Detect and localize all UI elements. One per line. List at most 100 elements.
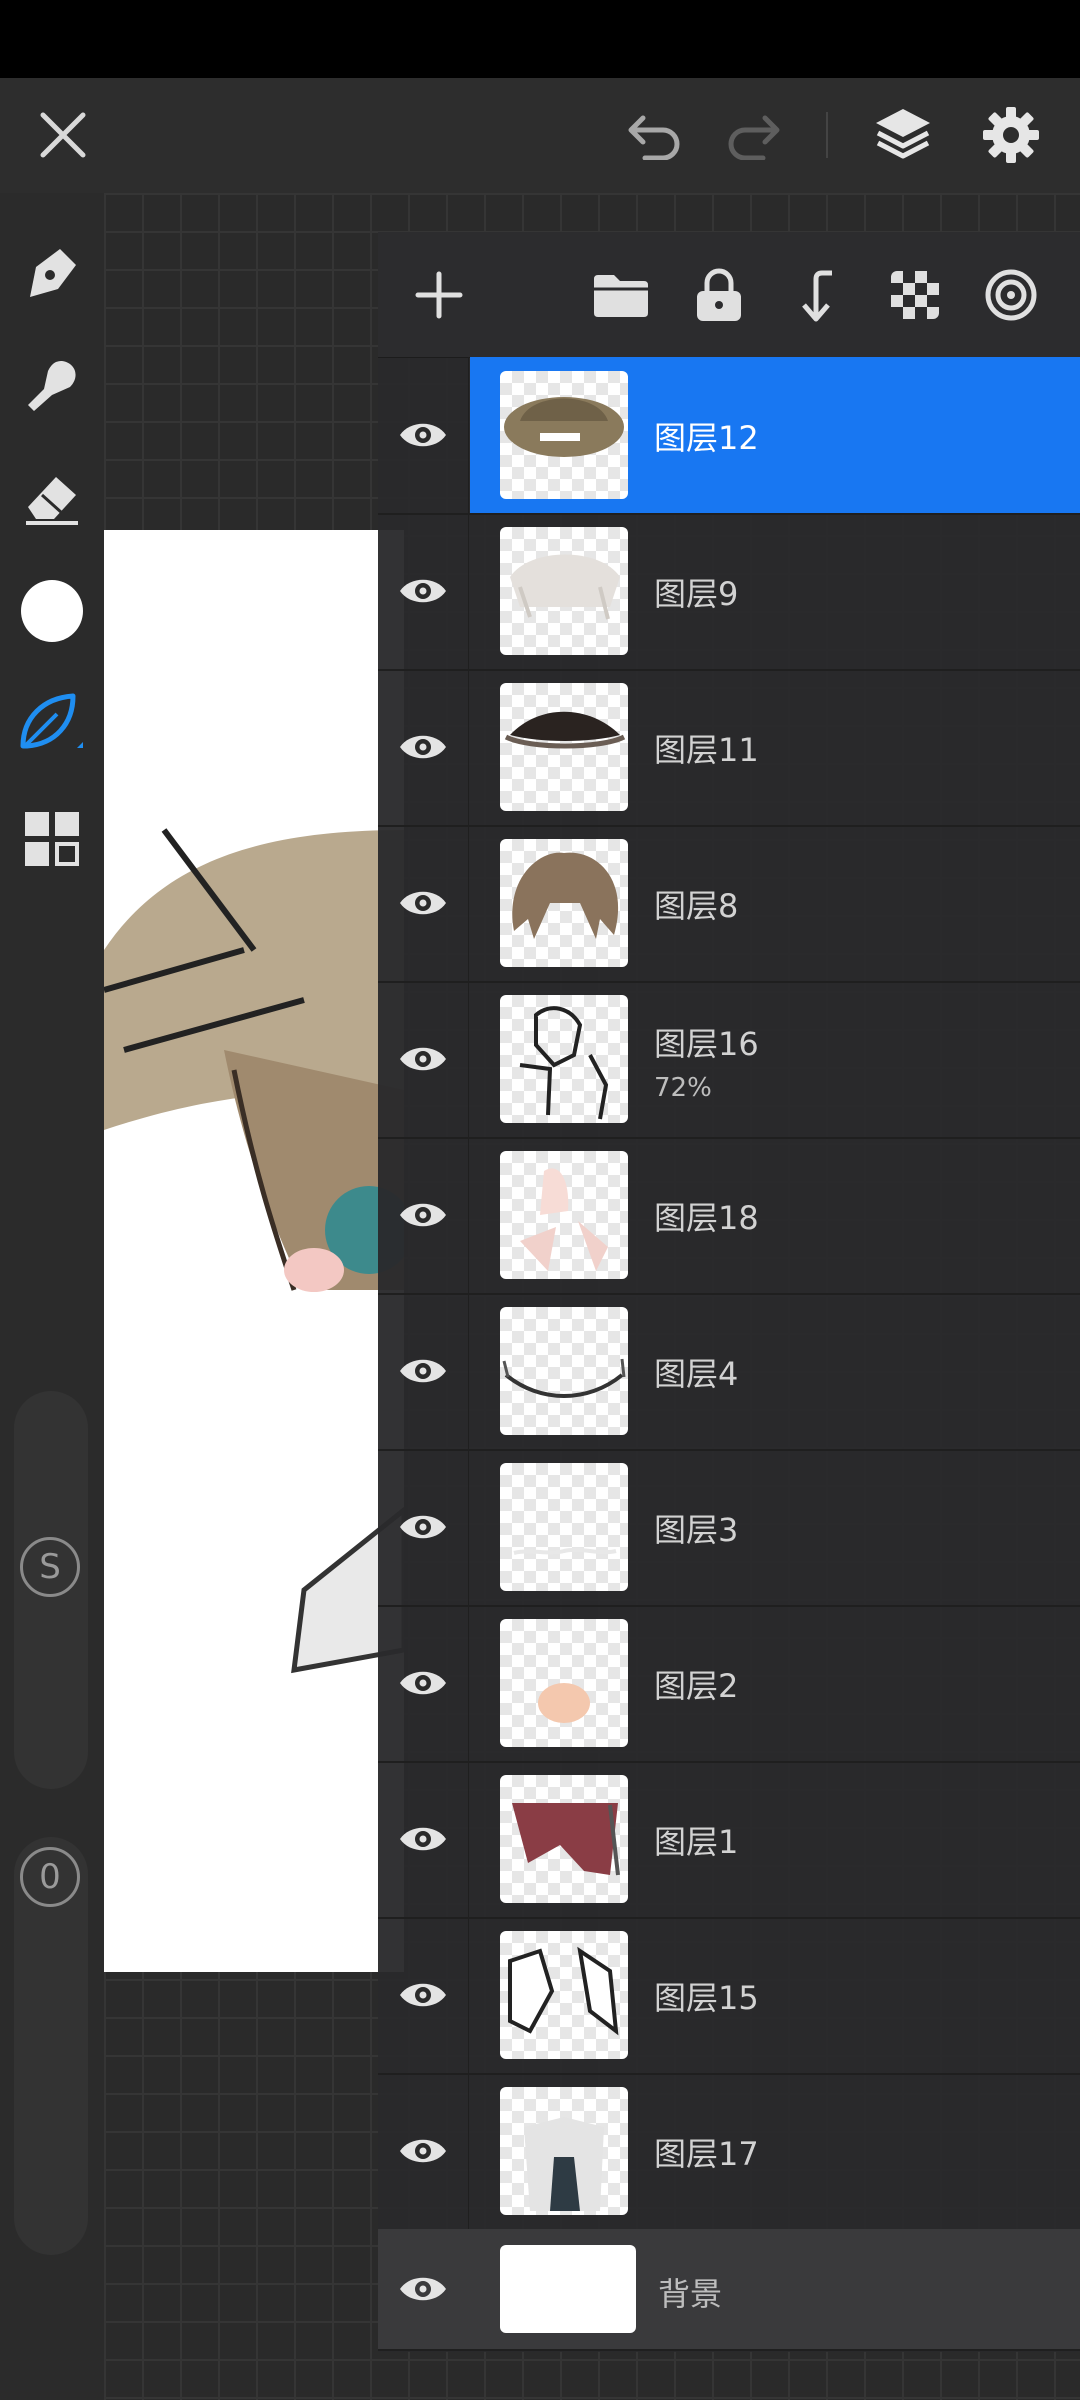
artwork-preview bbox=[104, 828, 404, 1674]
layer-row[interactable]: 图层18 bbox=[378, 1137, 1080, 1295]
smudge-icon bbox=[28, 361, 76, 411]
redo-icon bbox=[728, 115, 780, 160]
eye-icon bbox=[400, 1671, 446, 1695]
layer-visibility-toggle[interactable] bbox=[378, 1293, 469, 1449]
gallery-button[interactable] bbox=[14, 801, 90, 877]
layer-main[interactable]: 图层8 bbox=[470, 825, 1080, 981]
layer-main[interactable]: 图层3 bbox=[470, 1449, 1080, 1605]
layer-name: 图层17 bbox=[654, 2135, 759, 2173]
layer-name: 图层8 bbox=[654, 887, 739, 925]
eye-icon bbox=[400, 1359, 446, 1383]
lock-icon bbox=[697, 268, 741, 321]
layer-main[interactable]: 图层18 bbox=[470, 1137, 1080, 1293]
brush-opacity-knob[interactable]: 0 bbox=[20, 1847, 80, 1907]
left-toolbar: S 0 bbox=[0, 193, 104, 2400]
layer-visibility-toggle[interactable] bbox=[378, 1449, 469, 1605]
blend-target-icon bbox=[985, 269, 1037, 321]
layer-thumbnail bbox=[500, 2087, 628, 2215]
layer-thumbnail bbox=[500, 1307, 628, 1435]
layer-main[interactable]: 图层16 72% bbox=[470, 981, 1080, 1137]
layer-row[interactable]: 图层15 bbox=[378, 1917, 1080, 2075]
layer-visibility-toggle[interactable] bbox=[378, 357, 469, 513]
leaf-icon bbox=[20, 693, 83, 749]
eye-icon bbox=[400, 579, 446, 603]
add-layer-button[interactable] bbox=[406, 262, 472, 328]
pen-nib-icon bbox=[30, 249, 76, 297]
layers-panel: 图层12 图层9 图层11 图层8 图层16 72% 图层18 图层4 图层3 图层2 图层1 图层1… bbox=[378, 232, 1080, 2352]
plus-icon bbox=[415, 271, 463, 319]
brush-tool[interactable] bbox=[14, 235, 90, 311]
layer-thumbnail bbox=[500, 995, 628, 1123]
layer-row[interactable]: 图层8 bbox=[378, 825, 1080, 983]
undo-button[interactable] bbox=[620, 102, 690, 168]
lock-layer-button[interactable] bbox=[686, 262, 752, 328]
color-picker[interactable] bbox=[14, 573, 90, 649]
background-color-swatch[interactable] bbox=[500, 2245, 636, 2333]
layer-row[interactable]: 图层17 bbox=[378, 2073, 1080, 2231]
layer-row[interactable]: 图层11 bbox=[378, 669, 1080, 827]
eye-icon bbox=[400, 735, 446, 759]
layer-visibility-toggle[interactable] bbox=[378, 825, 469, 981]
group-folder-button[interactable] bbox=[588, 262, 654, 328]
layer-thumbnail bbox=[500, 1151, 628, 1279]
close-button[interactable] bbox=[28, 100, 98, 170]
alpha-lock-button[interactable] bbox=[882, 262, 948, 328]
eye-icon bbox=[400, 2139, 446, 2163]
eye-icon bbox=[400, 1827, 446, 1851]
eye-icon bbox=[400, 423, 446, 447]
layer-main[interactable]: 图层4 bbox=[470, 1293, 1080, 1449]
layer-name: 图层18 bbox=[654, 1199, 759, 1237]
layer-row[interactable]: 图层16 72% bbox=[378, 981, 1080, 1139]
gear-icon bbox=[983, 107, 1039, 163]
layer-visibility-toggle[interactable] bbox=[378, 669, 469, 825]
layer-visibility-toggle[interactable] bbox=[378, 513, 469, 669]
eraser-tool[interactable] bbox=[14, 459, 90, 535]
layer-visibility-toggle[interactable] bbox=[378, 1761, 469, 1917]
layer-name: 图层11 bbox=[654, 731, 759, 769]
layer-visibility-toggle[interactable] bbox=[378, 1137, 469, 1293]
layer-row[interactable]: 图层3 bbox=[378, 1449, 1080, 1607]
layer-visibility-toggle[interactable] bbox=[378, 1605, 469, 1761]
layer-row[interactable]: 图层4 bbox=[378, 1293, 1080, 1451]
layer-main[interactable]: 图层11 bbox=[470, 669, 1080, 825]
eye-icon bbox=[400, 2277, 446, 2301]
layer-row[interactable]: 图层2 bbox=[378, 1605, 1080, 1763]
eye-icon bbox=[400, 1047, 446, 1071]
brush-size-knob[interactable]: S bbox=[20, 1537, 80, 1597]
layer-visibility-toggle[interactable] bbox=[378, 2229, 468, 2349]
brush-library-button[interactable] bbox=[14, 685, 90, 761]
layer-visibility-toggle[interactable] bbox=[378, 981, 469, 1137]
settings-button[interactable] bbox=[974, 100, 1048, 170]
layers-button[interactable] bbox=[866, 100, 940, 170]
layer-name: 图层9 bbox=[654, 575, 739, 613]
background-layer-name: 背景 bbox=[658, 2275, 723, 2313]
layer-main[interactable]: 图层17 bbox=[470, 2073, 1080, 2229]
layer-row[interactable]: 图层12 bbox=[378, 357, 1080, 515]
background-layer-row[interactable]: 背景 bbox=[378, 2229, 1080, 2351]
blend-mode-button[interactable] bbox=[978, 262, 1044, 328]
layer-row[interactable]: 图层9 bbox=[378, 513, 1080, 671]
layer-visibility-toggle[interactable] bbox=[378, 1917, 469, 2073]
undo-icon bbox=[628, 115, 680, 160]
layer-name: 图层1 bbox=[654, 1823, 739, 1861]
layer-main[interactable]: 图层9 bbox=[470, 513, 1080, 669]
current-color-swatch bbox=[21, 580, 83, 642]
layer-main[interactable]: 图层1 bbox=[470, 1761, 1080, 1917]
status-bar bbox=[0, 0, 1080, 78]
layer-thumbnail bbox=[500, 1619, 628, 1747]
smudge-tool[interactable] bbox=[14, 347, 90, 423]
folder-icon bbox=[594, 275, 648, 317]
layer-visibility-toggle[interactable] bbox=[378, 2073, 469, 2229]
layer-row[interactable]: 图层1 bbox=[378, 1761, 1080, 1919]
merge-down-button[interactable] bbox=[784, 262, 850, 328]
close-icon bbox=[40, 112, 86, 158]
layer-name: 图层12 bbox=[654, 419, 759, 457]
artboard[interactable] bbox=[104, 530, 404, 1972]
layer-main[interactable]: 图层2 bbox=[470, 1605, 1080, 1761]
layer-main[interactable]: 图层12 bbox=[470, 357, 1080, 513]
eye-icon bbox=[400, 1203, 446, 1227]
layer-name: 图层2 bbox=[654, 1667, 739, 1705]
redo-button[interactable] bbox=[718, 102, 788, 168]
layer-thumbnail bbox=[500, 371, 628, 499]
layer-main[interactable]: 图层15 bbox=[470, 1917, 1080, 2073]
